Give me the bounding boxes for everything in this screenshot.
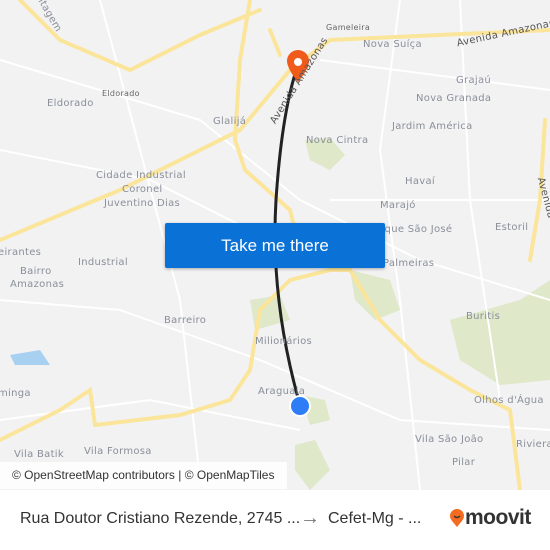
map-label: Riviera [516,439,550,450]
map-label: Milionários [255,336,313,347]
park [295,440,330,490]
moovit-pin-icon [450,509,464,527]
map-label: Bairro [20,266,52,277]
map-label: Eldorado [47,98,94,109]
map-label: Araguaia [258,386,306,397]
map-label: Industrial [78,257,128,268]
map-label: Vila São João [415,434,484,445]
map-label: Vila Formosa [84,446,152,457]
arrow-right-icon: → [300,507,320,529]
map-label: Pilar [452,457,476,468]
map-label: eirantes [0,247,42,258]
map[interactable]: ntagem Gameleira Avenida Amazonas Nova S… [0,0,550,490]
map-label: Buritis [466,311,501,322]
map-label: Palmeiras [383,258,435,269]
footer: Rua Doutor Cristiano Rezende, 2745 ... →… [0,490,550,550]
map-label: Nova Cintra [306,135,369,146]
map-label: Juventino Dias [104,198,181,209]
map-label: Olhos d'Água [474,395,544,406]
map-label: Nova Granada [416,93,492,104]
map-label: Cidade Industrial [96,170,186,181]
map-label: Grajaú [456,75,492,86]
destination-name: Cefet-Mg - ... [328,510,422,527]
map-label: Nova Suíça [363,39,422,50]
map-label: Marajó [380,200,416,211]
map-label: Jardim América [392,121,473,132]
map-label: Amazonas [10,279,65,290]
map-label: Eldorado [102,89,140,98]
map-label: Estoril [495,222,529,233]
map-label: Barreiro [164,315,207,326]
map-label: Glalijá [213,116,247,127]
map-label: Gameleira [326,23,371,32]
map-label: Havaí [405,176,435,187]
map-label: Vila Batik [14,449,64,460]
origin-dot-icon[interactable] [289,395,311,417]
origin-name: Rua Doutor Cristiano Rezende, 2745 ... [20,510,301,527]
moovit-logo[interactable]: moovit [449,506,531,530]
moovit-wordmark: moovit [465,506,531,529]
map-attribution[interactable]: © OpenStreetMap contributors | © OpenMap… [0,462,287,489]
take-me-there-button[interactable]: Take me there [165,223,385,268]
map-label: minga [0,388,31,399]
lake [10,350,50,365]
map-label: Coronel [122,184,163,195]
